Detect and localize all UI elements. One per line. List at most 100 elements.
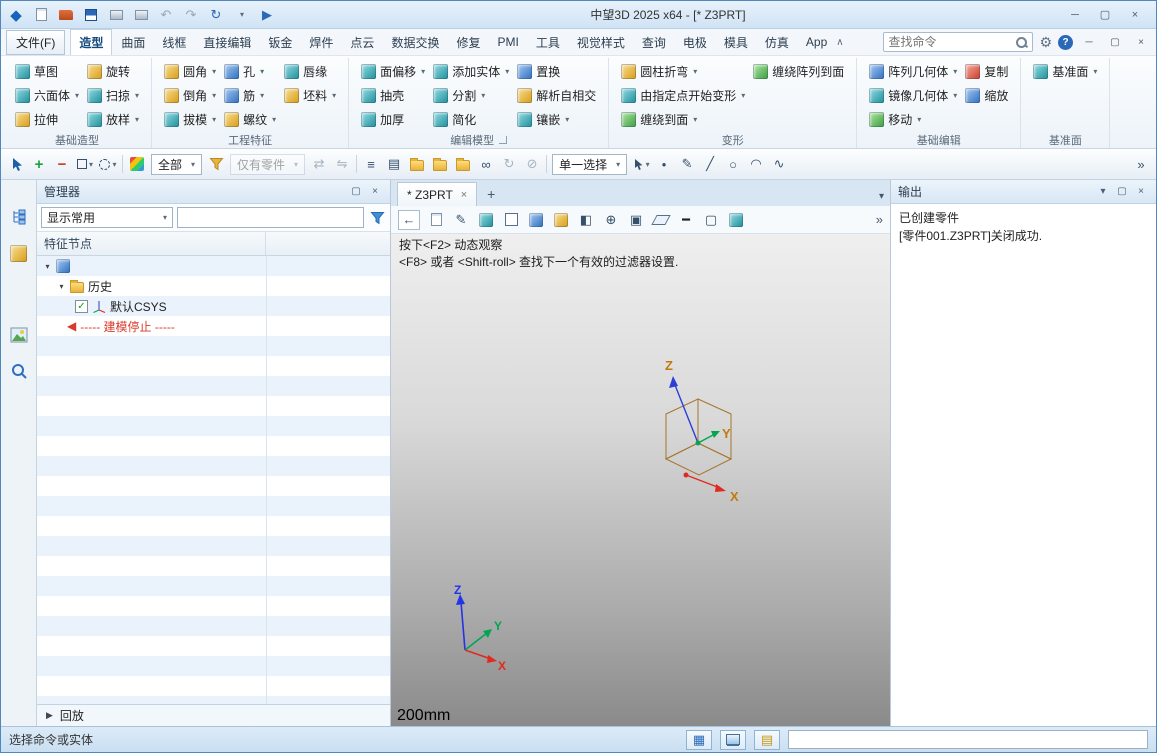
circle-tool-icon[interactable]: ○	[724, 154, 742, 174]
close-panel-icon[interactable]: ×	[367, 184, 383, 200]
input-grid-icon[interactable]: ▦	[686, 729, 712, 750]
invert-selection-icon[interactable]: ⇋	[333, 154, 351, 174]
lip-button[interactable]: 唇缘	[280, 59, 340, 83]
entity-filter-select[interactable]: 仅有零件 ▾	[230, 153, 306, 175]
visibility-checkbox[interactable]: ✓	[75, 299, 88, 313]
revolve-button[interactable]: 旋转	[83, 59, 143, 83]
dropdown-arrow-icon[interactable]: ▾	[260, 91, 264, 100]
toolbar-overflow-icon[interactable]: »	[1132, 154, 1150, 174]
dropdown-arrow-icon[interactable]: ▾	[332, 91, 336, 100]
doc-restore-icon[interactable]: ▢	[1105, 33, 1125, 51]
qat-dropdown-icon[interactable]: ▾	[233, 6, 251, 24]
status-command-input[interactable]	[788, 730, 1148, 749]
tree-row-default-csys[interactable]: ✓ 默认CSYS	[37, 296, 390, 316]
doc-minimize-icon[interactable]: ─	[1079, 33, 1099, 51]
open-file-button[interactable]	[57, 6, 75, 24]
face-offset-button[interactable]: 面偏移 ▾	[357, 59, 429, 83]
tab-pmi[interactable]: PMI	[489, 31, 526, 53]
divide-button[interactable]: 分割 ▾	[429, 83, 513, 107]
tree-search-input[interactable]	[177, 207, 364, 228]
refresh-selection-icon[interactable]: ↻	[500, 154, 518, 174]
replay-section[interactable]: ▶ 回放	[37, 704, 390, 726]
notes-icon[interactable]: ▤	[754, 729, 780, 750]
tab-weldment[interactable]: 焊件	[301, 30, 341, 55]
clear-selection-icon[interactable]: ⊘	[523, 154, 541, 174]
hole-button[interactable]: 孔 ▾	[220, 59, 280, 83]
color-filter-icon[interactable]	[128, 154, 146, 174]
layer-display-icon[interactable]	[727, 210, 745, 230]
tab-direct-edit[interactable]: 直接编辑	[195, 30, 259, 55]
window-select-icon[interactable]: ▾	[76, 154, 94, 174]
dropdown-arrow-icon[interactable]: ▾	[272, 115, 276, 124]
cylindrical-bend-button[interactable]: 圆柱折弯 ▾	[617, 59, 749, 83]
edit-sketch-icon[interactable]: ✎	[452, 210, 470, 230]
sketch-button[interactable]: 草图	[11, 59, 83, 83]
shaded-display-icon[interactable]	[477, 210, 495, 230]
draft-button[interactable]: 拔模 ▾	[160, 107, 220, 131]
dropdown-arrow-icon[interactable]: ▾	[135, 91, 139, 100]
datum-plane-display-icon[interactable]	[651, 210, 671, 230]
resolve-self-intersection-button[interactable]: 解析自相交	[513, 83, 600, 107]
replace-button[interactable]: 置换	[513, 59, 600, 83]
add-shape-button[interactable]: 添加实体 ▾	[429, 59, 513, 83]
blank-column[interactable]	[266, 232, 390, 255]
remove-selection-icon[interactable]: −	[53, 154, 71, 174]
redo-button[interactable]: ↷	[182, 6, 200, 24]
tab-wireframe[interactable]: 线框	[154, 30, 194, 55]
batch-print-button[interactable]	[132, 6, 150, 24]
print-button[interactable]	[107, 6, 125, 24]
pick-cursor-dropdown-icon[interactable]: ▾	[632, 154, 650, 174]
restore-button[interactable]: ▢	[1090, 5, 1120, 25]
dropdown-arrow-icon[interactable]: ▾	[212, 67, 216, 76]
tab-visual-style[interactable]: 视觉样式	[569, 30, 633, 55]
dialog-launcher-icon[interactable]	[499, 135, 508, 144]
dropdown-arrow-icon[interactable]: ▾	[505, 67, 509, 76]
extrude-button[interactable]: 拉伸	[11, 107, 83, 131]
wrap-to-face-button[interactable]: 缠绕到面 ▾	[617, 107, 749, 131]
chamfer-button[interactable]: 倒角 ▾	[160, 83, 220, 107]
copy-button[interactable]: 复制	[961, 59, 1012, 83]
dropdown-arrow-icon[interactable]: ▾	[212, 115, 216, 124]
pick-mode-select[interactable]: 单一选择 ▾	[552, 153, 628, 175]
gear-icon[interactable]: ⚙	[1039, 34, 1052, 51]
rib-button[interactable]: 筋 ▾	[220, 83, 280, 107]
back-icon[interactable]: ←	[398, 209, 420, 230]
fillet-button[interactable]: 圆角 ▾	[160, 59, 220, 83]
line-tool-icon[interactable]: ╱	[701, 154, 719, 174]
regen-button[interactable]: ↻	[207, 6, 225, 24]
add-selection-icon[interactable]: +	[30, 154, 48, 174]
graphics-canvas[interactable]: 按下<F2> 动态观察 <F8> 或者 <Shift-roll> 查找下一个有效…	[391, 234, 890, 726]
select-cursor-icon[interactable]	[7, 154, 25, 174]
file-icon[interactable]	[427, 210, 445, 230]
tree-row-history[interactable]: ▾ 历史	[37, 276, 390, 296]
expander-icon[interactable]: ▾	[57, 282, 66, 291]
loft-button[interactable]: 放样 ▾	[83, 107, 143, 131]
pencil-tool-icon[interactable]: ✎	[678, 154, 696, 174]
dropdown-arrow-icon[interactable]: ▾	[741, 91, 745, 100]
tab-app[interactable]: App	[798, 31, 835, 53]
tab-shape[interactable]: 造型	[70, 29, 113, 55]
tab-data-exchange[interactable]: 数据交换	[383, 30, 447, 55]
stock-button[interactable]: 坯料 ▾	[280, 83, 340, 107]
swap-selection-icon[interactable]: ⇄	[310, 154, 328, 174]
dropdown-arrow-icon[interactable]: ▾	[75, 91, 79, 100]
inlay-button[interactable]: 镶嵌 ▾	[513, 107, 600, 131]
entity-filter-funnel-icon[interactable]	[207, 154, 225, 174]
appearance-icon[interactable]	[552, 210, 570, 230]
tab-tools[interactable]: 工具	[528, 30, 568, 55]
collapse-ribbon-icon[interactable]: ∧	[836, 37, 843, 48]
twist-from-point-button[interactable]: 由指定点开始变形 ▾	[617, 83, 749, 107]
float-panel-icon[interactable]: ▢	[348, 184, 364, 200]
dropdown-arrow-icon[interactable]: ▾	[212, 91, 216, 100]
dropdown-arrow-icon[interactable]: ▾	[565, 115, 569, 124]
facet-display-icon[interactable]	[527, 210, 545, 230]
search-manager-icon[interactable]	[8, 360, 30, 382]
add-folder-tool-icon[interactable]	[431, 154, 449, 174]
dropdown-arrow-icon[interactable]: ▾	[260, 67, 264, 76]
tab-sheet-metal[interactable]: 钣金	[260, 30, 300, 55]
lasso-select-icon[interactable]: ▾	[99, 154, 117, 174]
doc-close-icon[interactable]: ×	[1131, 33, 1151, 51]
float-panel-icon[interactable]: ▢	[1114, 184, 1130, 200]
target-point-icon[interactable]: ⊕	[602, 210, 620, 230]
stop-arrow-icon[interactable]: ◀	[67, 319, 76, 333]
